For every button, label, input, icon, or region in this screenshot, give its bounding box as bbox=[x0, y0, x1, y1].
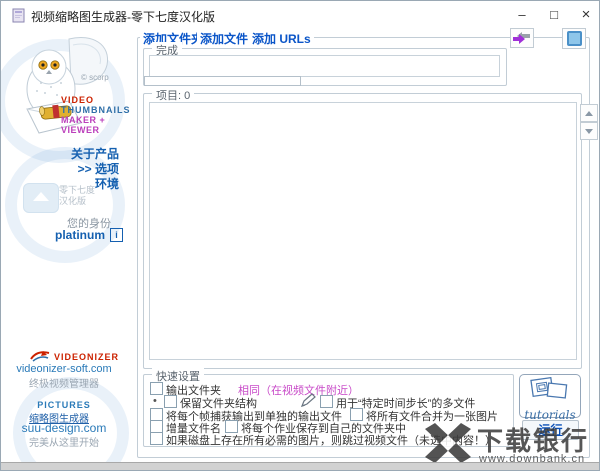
items-group-label: 项目: 0 bbox=[152, 87, 195, 103]
always-on-top-button[interactable] bbox=[562, 28, 586, 49]
close-button[interactable]: × bbox=[571, 1, 599, 29]
tutorials-button[interactable]: tutorials bbox=[519, 374, 581, 422]
multi-files-checkbox[interactable] bbox=[320, 395, 333, 408]
minimize-button[interactable]: – bbox=[507, 1, 537, 29]
identity-value: platinum bbox=[55, 228, 105, 242]
sidebar: © scorp VIDEO THUMBNAILS MAKER + VIEWER … bbox=[1, 29, 131, 470]
arrow-down-icon bbox=[585, 128, 593, 134]
items-group: 项目: 0 bbox=[143, 87, 582, 369]
videonizer-site-link[interactable]: videonizer-soft.com bbox=[9, 363, 119, 375]
info-icon[interactable]: i bbox=[110, 228, 123, 242]
eject-icon bbox=[23, 183, 59, 213]
import-arrows-icon bbox=[513, 32, 530, 44]
blue-square-icon bbox=[566, 31, 582, 46]
downbank-x-logo bbox=[425, 423, 471, 463]
title-bar: 视频缩略图生成器-零下七度汉化版 – □ × bbox=[1, 1, 599, 29]
app-icon bbox=[12, 8, 25, 23]
tab-add-files[interactable]: 添加文件 bbox=[197, 30, 252, 47]
videonizer-icon bbox=[30, 351, 50, 362]
window-bottom-edge bbox=[1, 462, 599, 470]
photos-stack-icon bbox=[530, 376, 568, 399]
bullet-marker: • bbox=[153, 395, 157, 407]
skip-existing-checkbox[interactable] bbox=[150, 432, 163, 445]
move-item-up-button[interactable] bbox=[580, 104, 598, 122]
scorp-credit: © scorp bbox=[81, 73, 109, 82]
pictures-site-link[interactable]: suu-design.com bbox=[9, 421, 119, 435]
pictures-brand: PICTURES bbox=[37, 400, 91, 410]
window-title: 视频缩略图生成器-零下七度汉化版 bbox=[31, 10, 215, 24]
logo-text-thumbnails: THUMBNAILS bbox=[61, 105, 131, 115]
pictures-tagline: 完美从这里开始 bbox=[29, 438, 99, 449]
logo-text-video: VIDEO bbox=[61, 95, 95, 105]
tab-add-urls[interactable]: 添加 URLs bbox=[249, 30, 314, 47]
output-folder-checkbox[interactable] bbox=[150, 382, 163, 395]
videonizer-brand: VIDEONIZER bbox=[54, 352, 120, 362]
watermark: 下载银行 www.downbank.cn bbox=[425, 421, 595, 467]
arrow-up-icon bbox=[585, 110, 593, 116]
progress-bar bbox=[144, 76, 301, 86]
videonizer-description: 终极视频管理器 bbox=[29, 379, 99, 390]
app-window: 视频缩略图生成器-零下七度汉化版 – □ × © scorp VIDEO THU… bbox=[0, 0, 600, 471]
import-list-button[interactable] bbox=[510, 28, 534, 48]
localization-note: 零下七度 汉化版 bbox=[59, 185, 96, 206]
maximize-button[interactable]: □ bbox=[539, 1, 569, 29]
pencil-icon bbox=[300, 393, 316, 408]
done-status-box bbox=[149, 55, 500, 77]
items-list[interactable] bbox=[149, 102, 577, 360]
move-item-down-button[interactable] bbox=[580, 122, 598, 140]
keep-structure-checkbox[interactable] bbox=[164, 395, 177, 408]
logo-text-maker-viewer: MAKER + VIEWER bbox=[61, 115, 106, 135]
